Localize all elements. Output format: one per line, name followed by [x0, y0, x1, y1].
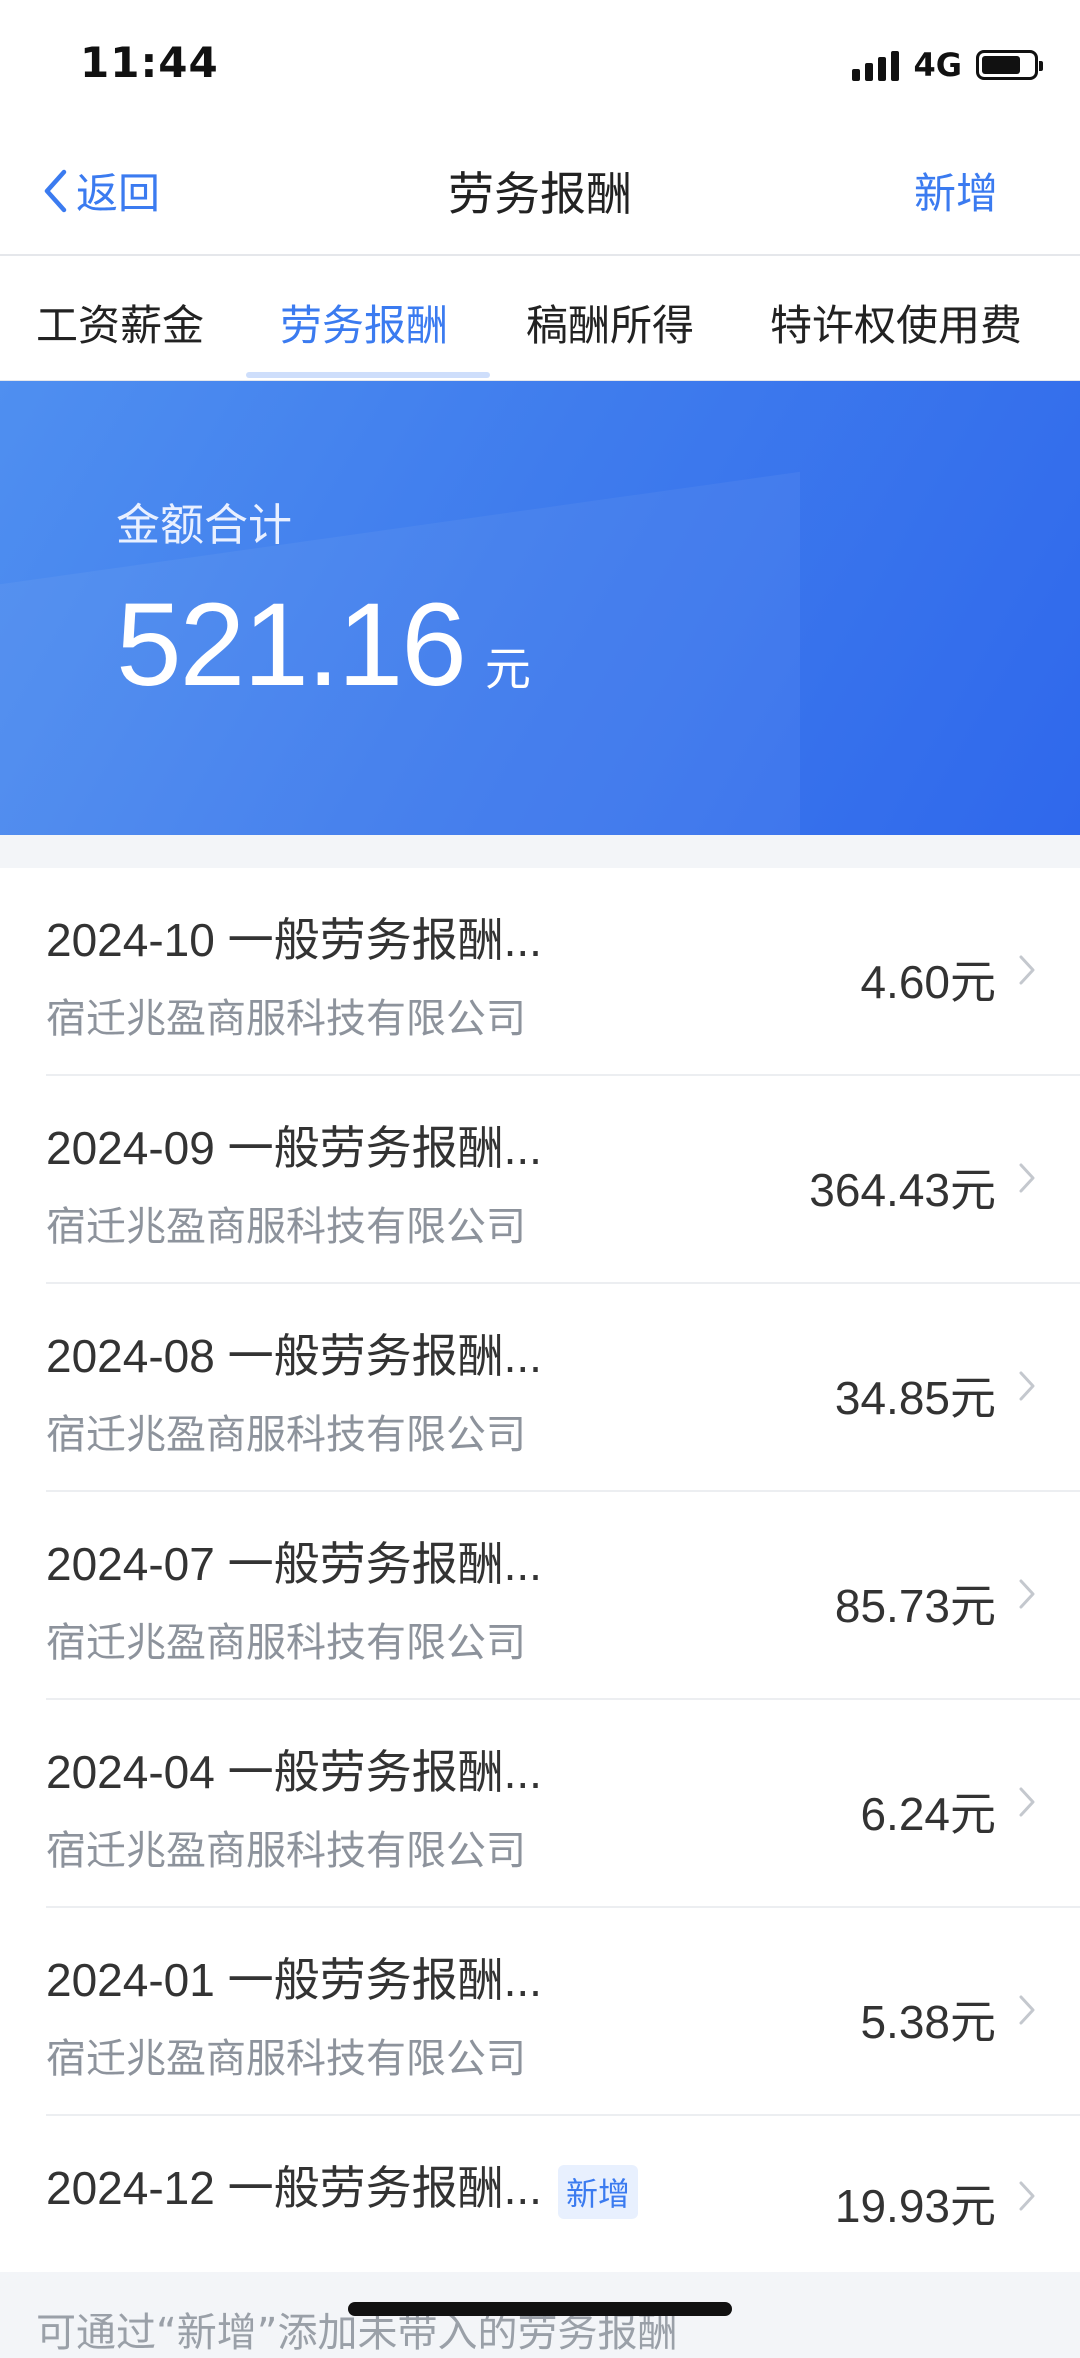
summary-amount-unit: 元 — [484, 642, 531, 696]
chevron-right-icon — [1019, 955, 1035, 985]
list-item[interactable]: 2024-07 一般劳务报酬... 宿迁兆盈商服科技有限公司 85.73元 — [46, 1492, 1080, 1700]
chevron-right-icon — [1019, 1579, 1035, 1609]
record-amount: 4.60元 — [860, 956, 996, 1008]
status-bar: 11:44 4G — [0, 0, 1080, 132]
record-company: 宿迁兆盈商服科技有限公司 — [46, 1828, 526, 1874]
nav-bar: 返回 劳务报酬 新增 — [0, 132, 1080, 256]
tab-author-remuneration[interactable]: 稿酬所得 — [526, 292, 694, 353]
record-company: 宿迁兆盈商服科技有限公司 — [46, 1620, 526, 1666]
record-title: 2024-09 一般劳务报酬... — [46, 1122, 542, 1174]
record-amount: 19.93元 — [834, 2180, 996, 2232]
tab-indicator — [246, 372, 490, 378]
record-company: 宿迁兆盈商服科技有限公司 — [46, 2036, 526, 2082]
status-time: 11:44 — [80, 38, 219, 87]
summary-banner: 金额合计 521.16 元 — [0, 381, 1080, 835]
record-title: 2024-07 一般劳务报酬... — [46, 1538, 542, 1590]
list-item[interactable]: 2024-01 一般劳务报酬... 宿迁兆盈商服科技有限公司 5.38元 — [46, 1908, 1080, 2116]
home-indicator — [348, 2302, 732, 2316]
tab-royalties[interactable]: 特许权使用费 — [770, 292, 1022, 353]
record-company: 宿迁兆盈商服科技有限公司 — [46, 996, 526, 1042]
chevron-right-icon — [1019, 2181, 1035, 2211]
tab-salary[interactable]: 工资薪金 — [36, 292, 204, 353]
battery-icon — [976, 50, 1043, 80]
record-title-row: 2024-12 一般劳务报酬... 新增 — [46, 2152, 638, 2219]
record-title: 2024-12 一般劳务报酬... — [46, 2162, 542, 2214]
record-title: 2024-10 一般劳务报酬... — [46, 914, 542, 966]
signal-icon — [852, 49, 900, 81]
record-company: 宿迁兆盈商服科技有限公司 — [46, 1412, 526, 1458]
network-type: 4G — [913, 46, 962, 84]
tab-labor-remuneration[interactable]: 劳务报酬 — [280, 292, 448, 353]
status-indicators: 4G — [852, 46, 1043, 84]
list-item[interactable]: 2024-10 一般劳务报酬... 宿迁兆盈商服科技有限公司 4.60元 — [46, 868, 1080, 1076]
record-amount: 5.38元 — [860, 1996, 996, 2048]
record-amount: 6.24元 — [860, 1788, 996, 1840]
record-title: 2024-04 一般劳务报酬... — [46, 1746, 542, 1798]
summary-label: 金额合计 — [116, 500, 292, 551]
record-amount: 364.43元 — [809, 1164, 996, 1216]
record-amount: 85.73元 — [834, 1580, 996, 1632]
new-badge: 新增 — [557, 2164, 638, 2219]
income-type-tabs: 工资薪金 劳务报酬 稿酬所得 特许权使用费 — [0, 256, 1080, 382]
records-list: 2024-10 一般劳务报酬... 宿迁兆盈商服科技有限公司 4.60元 202… — [0, 868, 1080, 2272]
summary-amount-value: 521.16 — [116, 579, 467, 711]
record-title: 2024-08 一般劳务报酬... — [46, 1330, 542, 1382]
record-amount: 34.85元 — [834, 1372, 996, 1424]
chevron-right-icon — [1019, 1995, 1035, 2025]
add-button[interactable]: 新增 — [914, 160, 998, 221]
summary-amount: 521.16 元 — [116, 577, 531, 713]
chevron-right-icon — [1019, 1371, 1035, 1401]
chevron-right-icon — [1019, 1163, 1035, 1193]
list-item[interactable]: 2024-08 一般劳务报酬... 宿迁兆盈商服科技有限公司 34.85元 — [46, 1284, 1080, 1492]
record-title: 2024-01 一般劳务报酬... — [46, 1954, 542, 2006]
list-item[interactable]: 2024-04 一般劳务报酬... 宿迁兆盈商服科技有限公司 6.24元 — [46, 1700, 1080, 1908]
record-company: 宿迁兆盈商服科技有限公司 — [46, 1204, 526, 1250]
chevron-right-icon — [1019, 1787, 1035, 1817]
list-item[interactable]: 2024-12 一般劳务报酬... 新增 19.93元 — [46, 2116, 1080, 2272]
list-item[interactable]: 2024-09 一般劳务报酬... 宿迁兆盈商服科技有限公司 364.43元 — [46, 1076, 1080, 1284]
